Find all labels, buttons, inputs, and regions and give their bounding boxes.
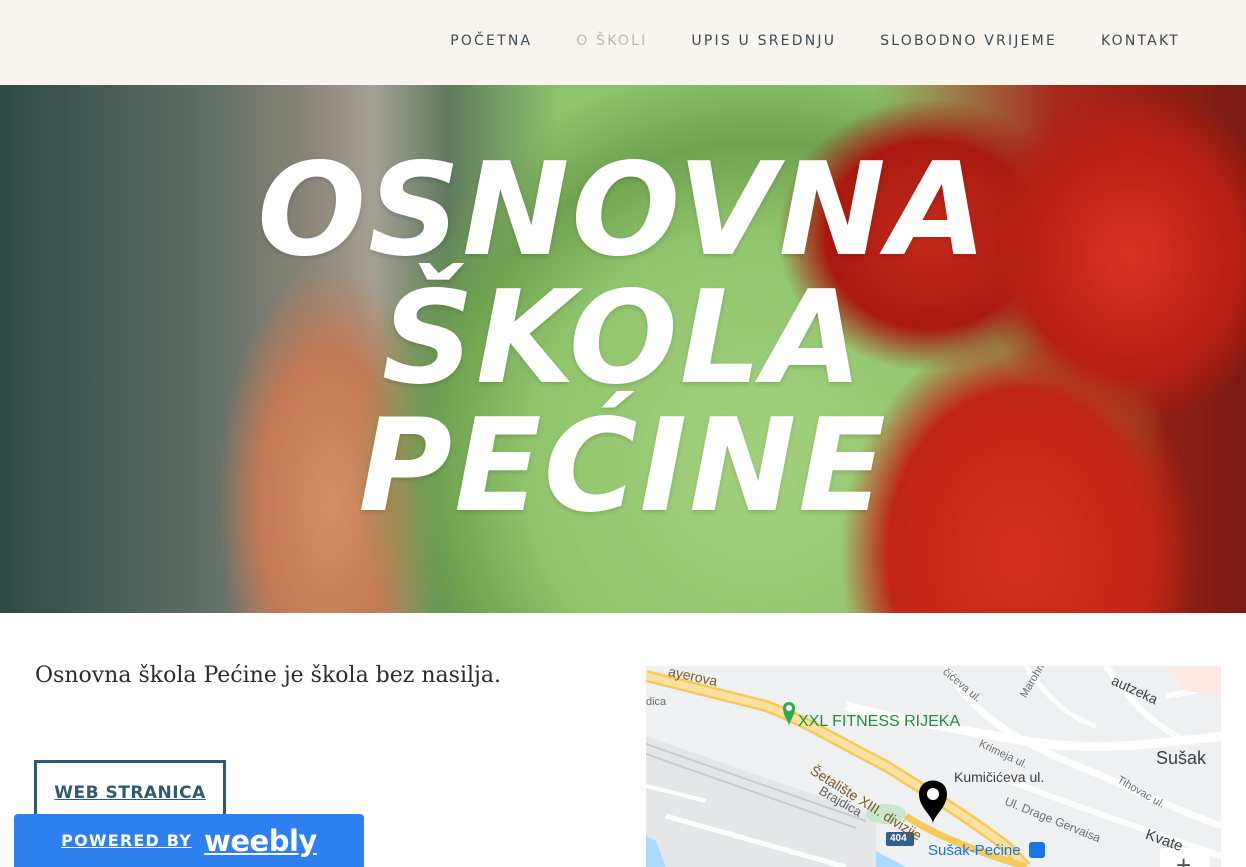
powered-by-text: POWERED BY	[61, 831, 193, 850]
hero-title-line2: PEĆINE	[358, 392, 888, 541]
weebly-logo: weebly	[204, 823, 317, 858]
map-road-shield-404: 404	[890, 833, 907, 844]
hero-banner: OSNOVNA ŠKOLA PEĆINE	[0, 85, 1246, 613]
hero-title-line1: OSNOVNA ŠKOLA	[257, 136, 989, 413]
map-zoom-in-button[interactable]: +	[1176, 850, 1191, 867]
map-label-susak-pecine: Sušak-Pećine	[928, 842, 1021, 859]
map-label-dica: dica	[646, 696, 667, 708]
map-label-kumicic: Kumičićeva ul.	[954, 769, 1045, 785]
hero-title: OSNOVNA ŠKOLA PEĆINE	[0, 147, 1246, 531]
nav-item-pocetna[interactable]: POČETNA	[450, 33, 532, 49]
map-label-fitness: XXL FITNESS RIJEKA	[798, 713, 961, 730]
nav-item-kontakt[interactable]: KONTAKT	[1101, 33, 1180, 49]
map-label-susak: Sušak	[1156, 748, 1207, 768]
site-header: POČETNA O ŠKOLI UPIS U SREDNJU SLOBODNO …	[0, 0, 1246, 85]
nav-item-slobodno-vrijeme[interactable]: SLOBODNO VRIJEME	[880, 33, 1057, 49]
nav-item-o-skoli[interactable]: O ŠKOLI	[576, 33, 647, 49]
map-embed[interactable]: ayerova dica XXL FITNESS RIJEKA Šetališt…	[646, 666, 1221, 867]
main-nav: POČETNA O ŠKOLI UPIS U SREDNJU SLOBODNO …	[406, 33, 1180, 49]
intro-text: Osnovna škola Pećine je škola bez nasilj…	[35, 663, 501, 688]
nav-item-upis-u-srednju[interactable]: UPIS U SREDNJU	[691, 33, 836, 49]
powered-by-weebly-badge[interactable]: POWERED BY weebly	[14, 814, 364, 867]
